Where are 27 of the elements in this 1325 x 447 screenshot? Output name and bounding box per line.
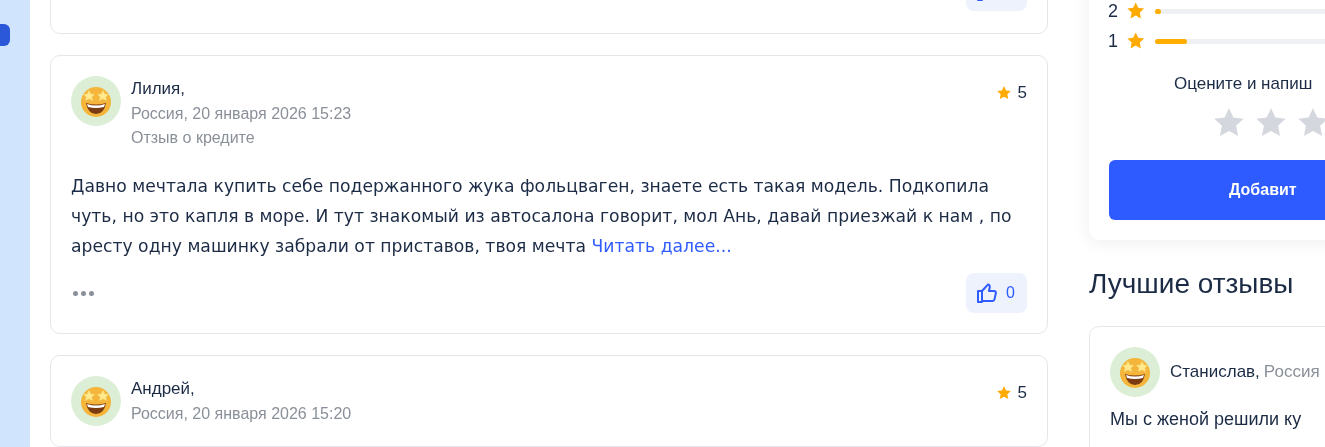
star-icon <box>995 385 1012 401</box>
rate-prompt: Оцените и напиш <box>1174 74 1314 94</box>
star-struck-emoji-icon <box>1110 347 1160 397</box>
star-icon <box>1125 31 1146 51</box>
star-count-label: 2 <box>1108 0 1119 22</box>
star-count-label: 1 <box>1108 30 1119 52</box>
rating-value: 5 <box>1017 383 1027 403</box>
star-icon <box>995 85 1012 101</box>
like-button[interactable]: 0 <box>966 273 1027 313</box>
star-icon <box>1125 1 1146 21</box>
rating-value: 5 <box>1017 83 1027 103</box>
author-name: Андрей, <box>131 379 196 399</box>
star-struck-emoji-icon <box>71 376 121 426</box>
section-title: Лучшие отзывы <box>1089 268 1295 300</box>
thumbs-up-icon <box>976 283 998 303</box>
review-text: Давно мечтала купить себе подержанного жука фольцваген, знаете есть такая модель. Подкопила чуть, но это капля в море. И тут знакомый из автосалона говорит, мол Ань, давай приезжай к нам , по аресту одну машинку забрали от приставов, твоя мечта Читать далее... <box>71 175 1013 258</box>
add-review-button[interactable]: Добавит <box>1109 160 1325 220</box>
review-date: Россия, 20 января 2026 15:23 <box>131 105 352 123</box>
author-name: Станислав, <box>1170 362 1260 382</box>
author-name: Лилия, <box>131 79 186 99</box>
author-location: Россия <box>1263 362 1320 382</box>
review-date: Россия, 20 января 2026 15:20 <box>131 405 352 423</box>
review-text: Мы с женой решили ку <box>1110 409 1303 430</box>
read-more-link[interactable]: Читать далее... <box>591 236 732 256</box>
star-struck-emoji-icon <box>71 76 121 126</box>
sidebar-button[interactable] <box>0 24 10 46</box>
review-type: Отзыв о кредите <box>131 129 256 147</box>
